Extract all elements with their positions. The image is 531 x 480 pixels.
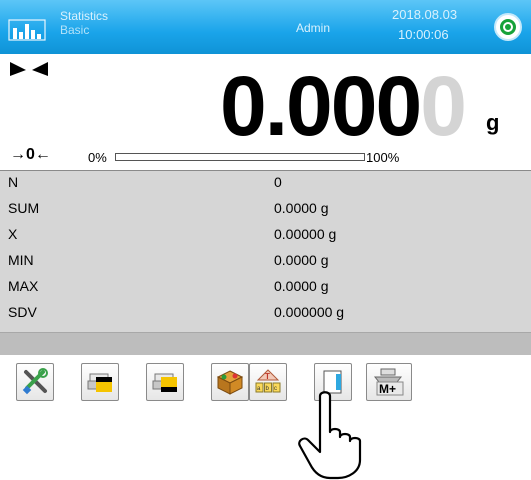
header-bar: Statistics Basic Admin 2018.08.03 10:00:… bbox=[0, 0, 531, 54]
info-strip bbox=[0, 332, 531, 355]
stat-value: 0.0000 g bbox=[274, 252, 329, 268]
zero-indicator: →0← bbox=[10, 146, 51, 163]
stat-value: 0.000000 g bbox=[274, 304, 345, 320]
app-name: Statistics bbox=[60, 9, 109, 23]
weighing-display: 0.0000 g →0← 0% 100% bbox=[0, 54, 531, 171]
status-indicator-icon[interactable] bbox=[494, 13, 522, 41]
stat-row-max: MAX 0.0000 g bbox=[0, 275, 531, 297]
printer-footer-icon bbox=[152, 373, 177, 392]
bargraph bbox=[115, 153, 365, 161]
stat-label: N bbox=[8, 174, 19, 190]
stat-value: 0.00000 g bbox=[274, 226, 337, 242]
user-name[interactable]: Admin bbox=[296, 21, 330, 35]
svg-text:T: T bbox=[265, 372, 270, 381]
stat-row-sum: SUM 0.0000 g bbox=[0, 197, 531, 219]
stat-value: 0.0000 g bbox=[274, 278, 329, 294]
date-display: 2018.08.03 bbox=[392, 7, 458, 22]
tare-button[interactable]: T a b c bbox=[249, 363, 287, 401]
bargraph-min-label: 0% bbox=[88, 150, 107, 165]
stat-label: MIN bbox=[8, 252, 34, 268]
stat-row-x: X 0.00000 g bbox=[0, 223, 531, 245]
weight-value: 0.0000 bbox=[220, 64, 467, 148]
stat-row-sdv: SDV 0.000000 g bbox=[0, 301, 531, 323]
bargraph-max-label: 100% bbox=[366, 150, 400, 165]
statistics-panel: N 0 SUM 0.0000 g X 0.00000 g MIN 0.0000 … bbox=[0, 171, 531, 332]
time-display: 10:00:06 bbox=[398, 27, 449, 42]
print-footer-button[interactable] bbox=[146, 363, 184, 401]
print-header-button[interactable] bbox=[81, 363, 119, 401]
stat-label: SUM bbox=[8, 200, 40, 216]
hand-pointer-icon bbox=[298, 391, 362, 480]
stat-value: 0.0000 g bbox=[274, 200, 329, 216]
weight-unit[interactable]: g bbox=[486, 110, 499, 136]
stability-marker-icon bbox=[10, 62, 48, 76]
tare-abc-icon: T a b c bbox=[255, 369, 281, 393]
weight-last-digit: 0 bbox=[420, 59, 467, 153]
svg-text:c: c bbox=[274, 386, 277, 392]
stat-row-min: MIN 0.0000 g bbox=[0, 249, 531, 271]
tools-icon bbox=[22, 368, 48, 395]
stat-label: X bbox=[8, 226, 18, 242]
memory-add-label: M+ bbox=[379, 382, 396, 396]
stat-row-n: N 0 bbox=[0, 171, 531, 193]
products-box-icon bbox=[216, 370, 244, 395]
weight-digits: 0.000 bbox=[220, 59, 422, 153]
statistics-app-icon[interactable] bbox=[8, 14, 48, 42]
printer-header-icon bbox=[87, 373, 112, 392]
app-subtitle: Basic bbox=[60, 23, 90, 37]
stat-value: 0 bbox=[274, 174, 282, 190]
stat-label: MAX bbox=[8, 278, 39, 294]
tools-button[interactable] bbox=[16, 363, 54, 401]
stat-label: SDV bbox=[8, 304, 37, 320]
products-button[interactable] bbox=[211, 363, 249, 401]
